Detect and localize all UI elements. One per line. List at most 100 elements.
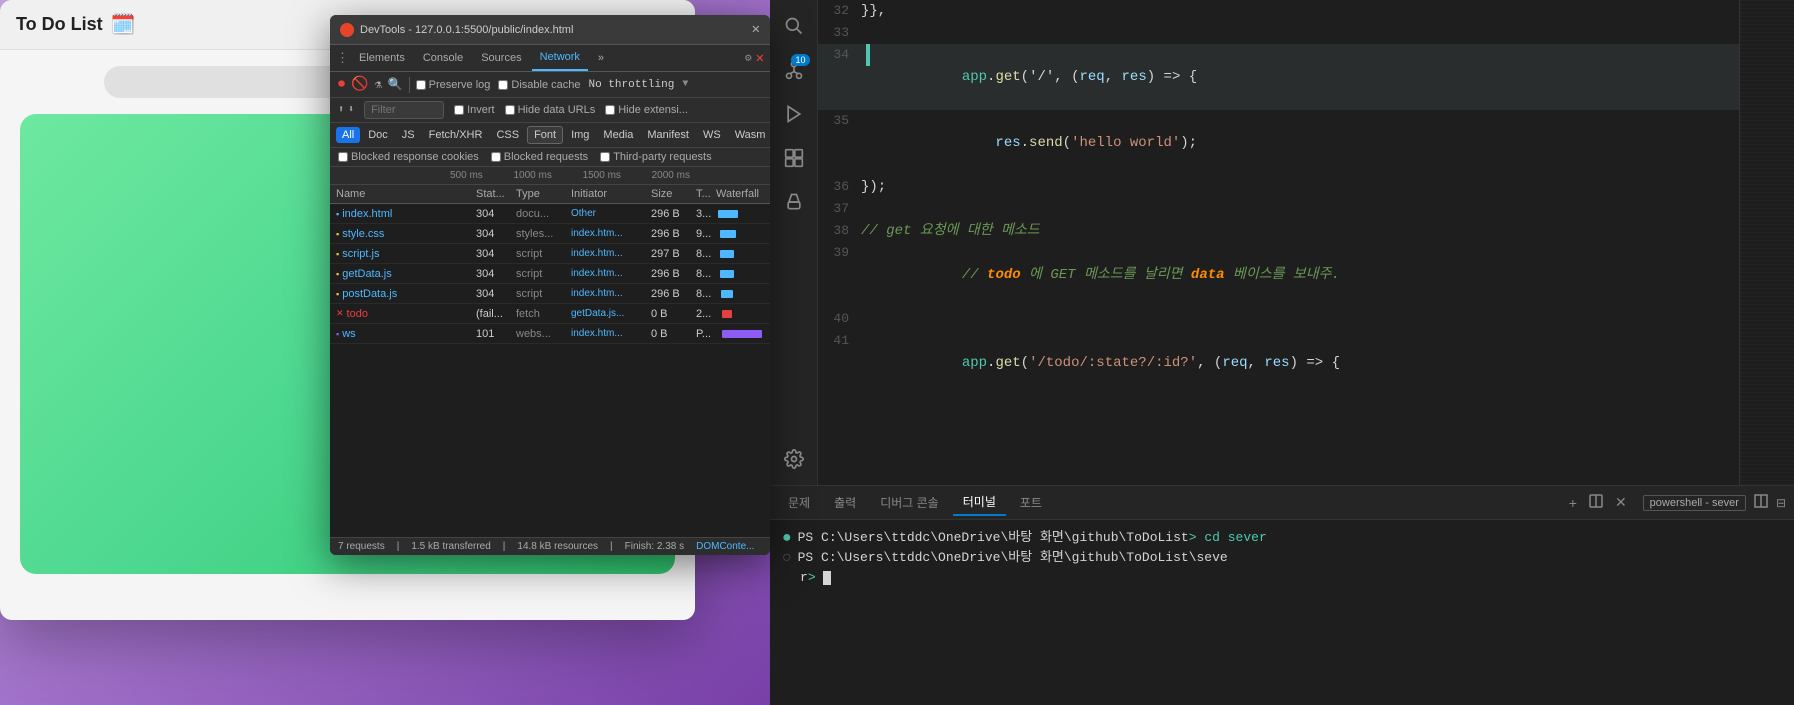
terminal-content[interactable]: ● PS C:\Users\ttddc\OneDrive\바탕 화면\githu… xyxy=(770,520,1794,705)
table-row[interactable]: ▪ script.js 304 script index.htm... 297 … xyxy=(330,244,770,264)
th-waterfall[interactable]: Waterfall xyxy=(716,188,764,200)
file-icon-doc: ▪ xyxy=(336,209,339,219)
activity-icon-settings[interactable] xyxy=(776,441,812,477)
download-icon[interactable]: ⬇ xyxy=(348,104,354,116)
hide-data-checkbox[interactable] xyxy=(505,105,515,115)
toolbar-divider xyxy=(409,77,410,93)
activity-icon-run[interactable] xyxy=(776,96,812,132)
terminal-tab-output[interactable]: 출력 xyxy=(824,490,866,515)
line-num-33: 33 xyxy=(826,22,861,44)
td-status-getdatajs: 304 xyxy=(476,268,516,280)
terminal-close-icon[interactable]: ✕ xyxy=(1611,492,1631,513)
td-time-scriptjs: 8... xyxy=(696,248,716,260)
code-line-40: 40 xyxy=(818,308,1794,330)
td-name-scriptjs: ▪ script.js xyxy=(336,248,476,260)
third-party-label[interactable]: Third-party requests xyxy=(600,151,711,163)
devtools-error-close-icon[interactable]: ✕ xyxy=(756,50,764,67)
td-type-postdatajs: script xyxy=(516,288,571,300)
type-btn-media[interactable]: Media xyxy=(597,127,639,143)
record-icon[interactable]: ⏺ xyxy=(338,77,345,93)
type-btn-font[interactable]: Font xyxy=(527,126,563,144)
th-status[interactable]: Stat... xyxy=(476,188,516,200)
terminal-maximize-icon[interactable]: ⊟ xyxy=(1776,496,1786,510)
blocked-response-checkbox[interactable] xyxy=(338,152,348,162)
activity-icon-extensions[interactable] xyxy=(776,140,812,176)
line-content-41: app.get('/todo/:state?/:id?', (req, res)… xyxy=(861,330,1786,396)
th-time[interactable]: T... xyxy=(696,188,716,200)
terminal-add-icon[interactable]: + xyxy=(1565,493,1581,513)
disable-cache-label[interactable]: Disable cache xyxy=(498,79,580,91)
invert-label[interactable]: Invert xyxy=(454,104,495,116)
status-sep3: | xyxy=(610,541,613,552)
td-size-postdatajs: 296 B xyxy=(651,288,696,300)
clear-icon[interactable]: 🚫 xyxy=(351,76,368,93)
type-btn-img[interactable]: Img xyxy=(565,127,595,143)
devtools-tab-more[interactable]: » xyxy=(590,46,612,70)
terminal-tab-problems[interactable]: 문제 xyxy=(778,490,820,515)
blocked-response-label[interactable]: Blocked response cookies xyxy=(338,151,479,163)
upload-icon[interactable]: ⬆ xyxy=(338,104,344,116)
hide-ext-label[interactable]: Hide extensi... xyxy=(605,104,688,116)
td-waterfall-stylecss xyxy=(716,226,764,241)
activity-icon-test[interactable] xyxy=(776,184,812,220)
invert-checkbox[interactable] xyxy=(454,105,464,115)
filter-icon[interactable]: ⚗ xyxy=(374,77,381,92)
table-row-ws[interactable]: ▪ ws 101 webs... index.htm... 0 B P... xyxy=(330,324,770,344)
th-name[interactable]: Name xyxy=(336,188,476,200)
line-num-41: 41 xyxy=(826,330,861,352)
terminal-tab-debug-console[interactable]: 디버그 콘솔 xyxy=(870,490,949,515)
type-btn-manifest[interactable]: Manifest xyxy=(641,127,695,143)
td-status-scriptjs: 304 xyxy=(476,248,516,260)
hide-ext-checkbox[interactable] xyxy=(605,105,615,115)
terminal-tab-terminal[interactable]: 터미널 xyxy=(953,489,1006,516)
type-btn-all[interactable]: All xyxy=(336,127,360,143)
file-icon-error: ✕ xyxy=(336,308,344,319)
activity-icon-search[interactable] xyxy=(776,8,812,44)
terminal-panel-split-icon[interactable] xyxy=(1754,494,1768,511)
third-party-checkbox[interactable] xyxy=(600,152,610,162)
type-btn-fetchxhr[interactable]: Fetch/XHR xyxy=(423,127,489,143)
th-initiator[interactable]: Initiator xyxy=(571,188,651,200)
type-btn-doc[interactable]: Doc xyxy=(362,127,394,143)
type-btn-css[interactable]: CSS xyxy=(490,127,525,143)
search-icon[interactable]: 🔍 xyxy=(388,77,403,92)
throttle-dropdown-icon[interactable]: ▼ xyxy=(682,79,688,90)
type-btn-wasm[interactable]: Wasm xyxy=(729,127,770,143)
code-line-32: 32 }}, xyxy=(818,0,1794,22)
preserve-log-checkbox[interactable] xyxy=(416,80,426,90)
table-row[interactable]: ▪ postData.js 304 script index.htm... 29… xyxy=(330,284,770,304)
type-btn-ws[interactable]: WS xyxy=(697,127,727,143)
devtools-tab-sources[interactable]: Sources xyxy=(473,46,529,70)
blocked-requests-checkbox[interactable] xyxy=(491,152,501,162)
devtools-menu-icon[interactable]: ⋮ xyxy=(336,51,349,66)
code-line-37: 37 xyxy=(818,198,1794,220)
devtools-close-icon[interactable]: ✕ xyxy=(752,21,760,38)
type-btn-js[interactable]: JS xyxy=(396,127,421,143)
th-size[interactable]: Size xyxy=(651,188,696,200)
code-lines: 32 }}, 33 34 app.get('/', (req, res) => … xyxy=(818,0,1794,396)
table-row[interactable]: ▪ getData.js 304 script index.htm... 296… xyxy=(330,264,770,284)
terminal-split-icon[interactable] xyxy=(1585,492,1607,513)
td-type-getdatajs: script xyxy=(516,268,571,280)
td-waterfall-ws xyxy=(716,326,764,341)
devtools-tab-console[interactable]: Console xyxy=(415,46,471,70)
hide-data-label[interactable]: Hide data URLs xyxy=(505,104,596,116)
devtools-tab-elements[interactable]: Elements xyxy=(351,46,413,70)
td-initiator-getdatajs: index.htm... xyxy=(571,268,651,279)
table-row[interactable]: ▪ style.css 304 styles... index.htm... 2… xyxy=(330,224,770,244)
terminal-tab-ports[interactable]: 포트 xyxy=(1010,490,1052,515)
blocked-requests-label[interactable]: Blocked requests xyxy=(491,151,588,163)
table-row[interactable]: ▪ index.html 304 docu... Other 296 B 3..… xyxy=(330,204,770,224)
devtools-settings-icon[interactable]: ⚙ xyxy=(745,51,752,65)
status-transferred: 1.5 kB transferred xyxy=(411,541,490,552)
disable-cache-checkbox[interactable] xyxy=(498,80,508,90)
file-icon-js2: ▪ xyxy=(336,269,339,279)
code-line-39: 39 // todo 에 GET 메소드를 날리면 data 베이스를 보내주. xyxy=(818,242,1794,308)
th-type[interactable]: Type xyxy=(516,188,571,200)
terminal-path-1: PS C:\Users\ttddc\OneDrive\바탕 화면\github\… xyxy=(798,528,1267,548)
filter-input[interactable] xyxy=(364,101,444,119)
devtools-tab-network[interactable]: Network xyxy=(532,45,588,71)
activity-icon-source-control[interactable]: 10 xyxy=(776,52,812,88)
table-row-error[interactable]: ✕ todo (fail... fetch getData.js... 0 B … xyxy=(330,304,770,324)
preserve-log-label[interactable]: Preserve log xyxy=(416,79,491,91)
